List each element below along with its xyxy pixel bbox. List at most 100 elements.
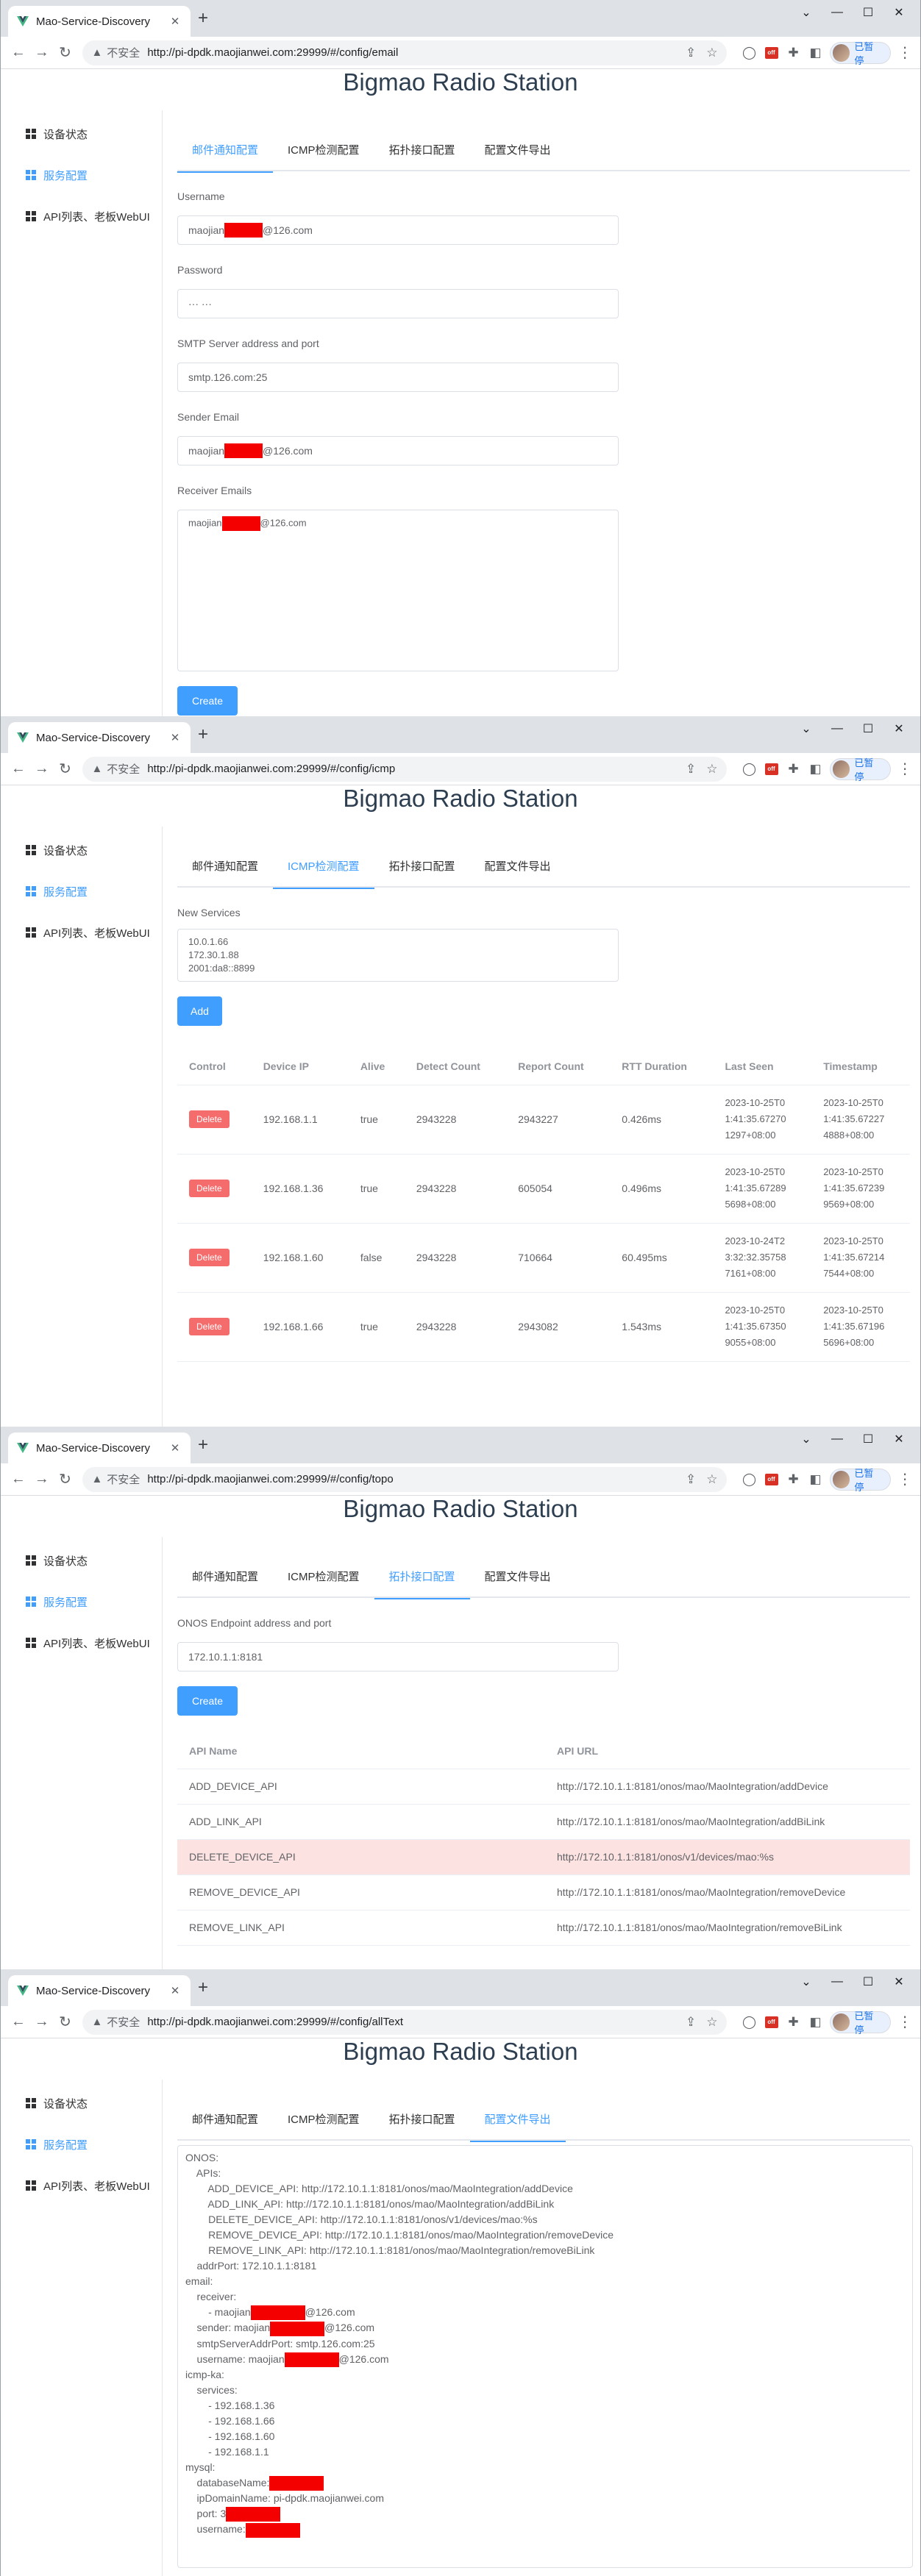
address-bar[interactable]: ▲ 不安全 http://pi-dpdk.maojianwei.com:2999… [82, 40, 727, 65]
menu-item-device-status[interactable]: 设备状态 [1, 2083, 162, 2124]
menu-item-service-config[interactable]: 服务配置 [1, 871, 162, 912]
browser-tab[interactable]: Mao-Service-Discovery ✕ [8, 6, 191, 37]
tab-close-icon[interactable]: ✕ [168, 1441, 182, 1455]
profile-button[interactable]: 已暂停 [829, 1468, 892, 1493]
menu-item-api-list[interactable]: API列表、老板WebUI [1, 912, 162, 953]
tab-export[interactable]: 配置文件导出 [469, 2099, 566, 2142]
back-icon[interactable]: ← [7, 757, 30, 781]
chevron-down-icon[interactable]: ⌄ [791, 1969, 822, 1994]
browser-tab[interactable]: Mao-Service-Discovery ✕ [8, 1433, 191, 1463]
tab-email[interactable]: 邮件通知配置 [177, 846, 273, 888]
new-tab-icon[interactable]: + [193, 726, 213, 743]
more-menu-icon[interactable]: ⋮ [895, 43, 914, 62]
extension-badge-icon[interactable]: off [761, 42, 783, 64]
profile-button[interactable]: 已暂停 [829, 41, 892, 66]
more-menu-icon[interactable]: ⋮ [895, 2013, 914, 2031]
menu-item-service-config[interactable]: 服务配置 [1, 154, 162, 196]
extension-circle-icon[interactable]: ◯ [739, 42, 761, 64]
maximize-icon[interactable]: ☐ [853, 1969, 883, 1994]
sender-input[interactable]: maojian @126.com [177, 436, 619, 465]
tab-topo[interactable]: 拓扑接口配置 [374, 1556, 470, 1599]
chevron-down-icon[interactable]: ⌄ [791, 1427, 822, 1452]
menu-item-device-status[interactable]: 设备状态 [1, 113, 162, 154]
tab-email[interactable]: 邮件通知配置 [177, 1556, 273, 1598]
tab-topo[interactable]: 拓扑接口配置 [374, 846, 470, 888]
config-export-textarea[interactable]: ONOS: APIs: ADD_DEVICE_API: http://172.1… [177, 2145, 913, 2568]
delete-button[interactable]: Delete [189, 1249, 230, 1266]
new-services-textarea[interactable]: 10.0.1.66 172.30.1.88 2001:da8::8899 [177, 929, 619, 982]
tab-topo[interactable]: 拓扑接口配置 [374, 129, 470, 171]
menu-item-service-config[interactable]: 服务配置 [1, 1581, 162, 1622]
tab-close-icon[interactable]: ✕ [168, 731, 182, 744]
receivers-textarea[interactable]: maojian @126.com [177, 510, 619, 671]
forward-icon[interactable]: → [30, 1468, 54, 1491]
star-icon[interactable]: ☆ [706, 46, 717, 60]
menu-item-api-list[interactable]: API列表、老板WebUI [1, 196, 162, 237]
reload-icon[interactable]: ↻ [54, 2011, 77, 2034]
address-bar[interactable]: ▲ 不安全 http://pi-dpdk.maojianwei.com:2999… [82, 2009, 727, 2035]
star-icon[interactable]: ☆ [706, 1472, 717, 1487]
add-button[interactable]: Add [177, 996, 222, 1026]
chevron-down-icon[interactable]: ⌄ [791, 716, 822, 741]
extension-badge-icon[interactable]: off [761, 1469, 783, 1491]
tab-icmp[interactable]: ICMP检测配置 [273, 129, 374, 171]
tab-export[interactable]: 配置文件导出 [470, 1556, 566, 1598]
tab-icmp[interactable]: ICMP检测配置 [273, 2099, 374, 2141]
share-icon[interactable]: ⇪ [686, 1472, 696, 1487]
password-input[interactable]: ··· ··· [177, 289, 619, 318]
extension-circle-icon[interactable]: ◯ [739, 758, 761, 780]
tab-email[interactable]: 邮件通知配置 [177, 129, 274, 173]
browser-tab[interactable]: Mao-Service-Discovery ✕ [8, 1975, 191, 2006]
star-icon[interactable]: ☆ [706, 2015, 717, 2030]
tab-export[interactable]: 配置文件导出 [470, 129, 566, 171]
profile-button[interactable]: 已暂停 [829, 2011, 892, 2036]
menu-item-device-status[interactable]: 设备状态 [1, 829, 162, 871]
tab-close-icon[interactable]: ✕ [168, 15, 182, 28]
back-icon[interactable]: ← [7, 1468, 30, 1491]
chevron-down-icon[interactable]: ⌄ [791, 0, 822, 25]
minimize-icon[interactable]: — [822, 1969, 853, 1994]
close-window-icon[interactable]: ✕ [883, 0, 914, 25]
back-icon[interactable]: ← [7, 2011, 30, 2034]
sidepanel-icon[interactable]: ◧ [805, 42, 827, 64]
more-menu-icon[interactable]: ⋮ [895, 760, 914, 778]
tab-icmp[interactable]: ICMP检测配置 [273, 846, 374, 889]
profile-button[interactable]: 已暂停 [829, 757, 892, 782]
address-bar[interactable]: ▲ 不安全 http://pi-dpdk.maojianwei.com:2999… [82, 756, 727, 782]
puzzle-icon[interactable]: ✚ [783, 758, 805, 780]
tab-close-icon[interactable]: ✕ [168, 1984, 182, 1997]
menu-item-api-list[interactable]: API列表、老板WebUI [1, 1622, 162, 1663]
new-tab-icon[interactable]: + [193, 1436, 213, 1454]
extension-badge-icon[interactable]: off [761, 758, 783, 780]
maximize-icon[interactable]: ☐ [853, 0, 883, 25]
minimize-icon[interactable]: — [822, 716, 853, 741]
reload-icon[interactable]: ↻ [54, 41, 77, 65]
tab-export[interactable]: 配置文件导出 [470, 846, 566, 888]
close-window-icon[interactable]: ✕ [883, 716, 914, 741]
create-button[interactable]: Create [177, 686, 238, 716]
more-menu-icon[interactable]: ⋮ [895, 1470, 914, 1488]
share-icon[interactable]: ⇪ [686, 762, 696, 777]
star-icon[interactable]: ☆ [706, 762, 717, 777]
sidepanel-icon[interactable]: ◧ [805, 1469, 827, 1491]
endpoint-input[interactable]: 172.10.1.1:8181 [177, 1642, 619, 1671]
menu-item-device-status[interactable]: 设备状态 [1, 1540, 162, 1581]
tab-topo[interactable]: 拓扑接口配置 [374, 2099, 470, 2141]
create-button[interactable]: Create [177, 1686, 238, 1716]
address-bar[interactable]: ▲ 不安全 http://pi-dpdk.maojianwei.com:2999… [82, 1466, 727, 1492]
sidepanel-icon[interactable]: ◧ [805, 2011, 827, 2033]
extension-circle-icon[interactable]: ◯ [739, 2011, 761, 2033]
close-window-icon[interactable]: ✕ [883, 1427, 914, 1452]
smtp-input[interactable]: smtp.126.com:25 [177, 363, 619, 392]
reload-icon[interactable]: ↻ [54, 1468, 77, 1491]
maximize-icon[interactable]: ☐ [853, 1427, 883, 1452]
menu-item-service-config[interactable]: 服务配置 [1, 2124, 162, 2165]
puzzle-icon[interactable]: ✚ [783, 2011, 805, 2033]
tab-icmp[interactable]: ICMP检测配置 [273, 1556, 374, 1598]
close-window-icon[interactable]: ✕ [883, 1969, 914, 1994]
forward-icon[interactable]: → [30, 2011, 54, 2034]
sidepanel-icon[interactable]: ◧ [805, 758, 827, 780]
extension-circle-icon[interactable]: ◯ [739, 1469, 761, 1491]
minimize-icon[interactable]: — [822, 0, 853, 25]
minimize-icon[interactable]: — [822, 1427, 853, 1452]
